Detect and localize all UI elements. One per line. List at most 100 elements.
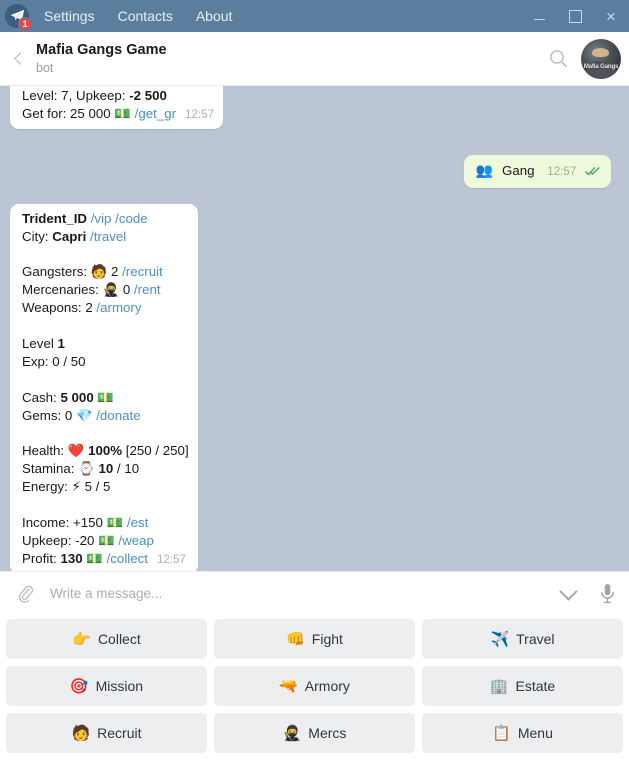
text-plain: Get for: 25 000 [22,105,115,121]
bot-button-menu[interactable]: 📋 Menu [422,713,623,753]
search-button[interactable] [543,44,573,74]
bot-command-rent[interactable]: /rent [134,282,161,297]
pointing-hand-icon: 👉 [72,630,91,648]
bot-keyboard-row: 👉 Collect 👊 Fight ✈️ Travel [6,619,623,659]
profile-line-trident-id: Trident_ID /vip /code [22,210,189,228]
bot-command-est[interactable]: /est [127,515,148,530]
airplane-icon: ✈️ [490,630,510,648]
money-banknote-icon: 💵 [98,532,115,548]
minimize-button[interactable] [521,0,557,32]
message-row: Level: 7, Upkeep: -2 500 Get for: 25 000… [10,86,619,129]
text-plain: 5 / 5 [80,479,111,495]
message-time: 12:57 [185,107,215,121]
message-bubble-incoming-partial[interactable]: Level: 7, Upkeep: -2 500 Get for: 25 000… [10,86,224,129]
lightning-bolt-icon: ⚡ [71,479,81,495]
bot-button-mission[interactable]: 🎯 Mission [6,666,207,706]
text-bold: 130 [60,550,83,566]
bot-button-label: Menu [517,725,553,741]
close-icon: × [606,6,616,26]
bot-button-collect[interactable]: 👉 Collect [6,619,207,659]
bot-button-label: Armory [304,678,350,694]
text-plain: Level: 7, Upkeep: [22,88,130,103]
bot-command-weap[interactable]: /weap [118,533,153,548]
profile-line-energy: Energy: ⚡ 5 / 5 [22,478,189,496]
text-plain: Stamina: [22,461,79,477]
text-plain: Gangsters: [22,264,91,280]
menu-item-about[interactable]: About [196,8,233,24]
maximize-button[interactable] [557,0,593,32]
message-time: 12:57 [156,552,186,566]
text-plain: Income: +150 [22,515,107,531]
chat-title: Mafia Gangs Game [36,41,167,58]
back-button[interactable] [0,32,36,86]
chat-title-group[interactable]: Mafia Gangs Game bot [36,41,167,77]
text-bold: 10 [98,461,114,477]
message-time: 12:57 [547,164,577,178]
bot-command-collect[interactable]: /collect [107,551,148,566]
money-banknote-icon: 💵 [86,550,103,566]
bot-keyboard: 👉 Collect 👊 Fight ✈️ Travel 🎯 Mission 🔫 … [0,615,629,761]
text-plain: Gems: 0 [22,407,76,423]
text-plain: 0 [119,282,134,298]
attach-button[interactable] [12,584,38,603]
profile-line-stamina: Stamina: ⌚ 10 / 10 [22,460,189,478]
bot-command-recruit[interactable]: /recruit [122,264,163,279]
text-plain: Weapons: 2 [22,300,97,316]
hide-keyboard-button[interactable] [558,582,578,604]
bot-command-travel[interactable]: /travel [90,229,126,244]
close-button[interactable]: × [593,0,629,32]
header-actions: Mafia Gangs [543,38,629,79]
money-banknote-icon: 💵 [114,105,131,121]
text-bold: Trident_ID [22,210,88,226]
text-bold: Capri [52,228,87,244]
message-list[interactable]: Level: 7, Upkeep: -2 500 Get for: 25 000… [0,86,629,571]
bot-button-armory[interactable]: 🔫 Armory [214,666,415,706]
ninja-icon: 🥷 [282,724,302,742]
bot-button-travel[interactable]: ✈️ Travel [422,619,623,659]
bot-command-get-gr[interactable]: /get_gr [135,106,176,121]
text-plain: 2 [107,264,123,280]
profile-line-upkeep: Upkeep: -20 💵 /weap [22,532,189,550]
watch-icon: ⌚ [78,461,95,477]
bot-button-recruit[interactable]: 🧑 Recruit [6,713,207,753]
message-bubble-outgoing[interactable]: 👥 Gang 12:57 [463,154,611,188]
telegram-window: 1 Settings Contacts About × Mafia Gangs … [0,0,629,761]
bot-button-estate[interactable]: 🏢 Estate [422,666,623,706]
money-banknote-icon: 💵 [106,515,124,531]
text-bold: -2 500 [129,88,167,103]
bot-keyboard-row: 🎯 Mission 🔫 Armory 🏢 Estate [6,666,623,706]
paperclip-icon [18,585,33,603]
composer-icons [548,582,615,604]
menu-item-settings[interactable]: Settings [44,8,95,24]
avatar[interactable]: Mafia Gangs [581,38,621,79]
bot-command-vip[interactable]: /vip [91,211,112,226]
bot-button-label: Estate [515,678,556,694]
money-banknote-icon: 💵 [97,389,114,405]
text-plain: Exp: 0 / 50 [22,353,86,369]
profile-line-level: Level 1 [22,335,189,353]
profile-line-income: Income: +150 💵 /est [22,514,189,532]
search-icon [549,50,567,68]
bot-command-donate[interactable]: /donate [96,408,140,423]
person-icon: 🧑 [71,724,91,742]
message-bubble-profile[interactable]: Trident_ID /vip /code City: Capri /trave… [10,203,198,571]
bot-button-mercs[interactable]: 🥷 Mercs [214,713,415,753]
message-composer [0,571,629,615]
bot-command-armory[interactable]: /armory [96,300,141,315]
text-plain: [250 / 250] [122,443,189,459]
voice-record-button[interactable] [600,583,615,604]
menu-item-contacts[interactable]: Contacts [118,8,173,24]
text-plain: Cash: [22,389,61,405]
unread-badge: 1 [18,17,32,31]
text-bold: 1 [57,336,65,352]
text-plain: Mercenaries: [22,282,103,298]
bot-button-fight[interactable]: 👊 Fight [214,619,415,659]
message-input[interactable] [38,586,548,601]
profile-line-mercenaries: Mercenaries: 🥷 0 /rent [22,281,189,299]
target-icon: 🎯 [69,677,89,695]
chevron-down-icon [558,582,578,601]
person-icon: 🧑 [90,264,108,280]
bot-command-code[interactable]: /code [115,211,148,226]
